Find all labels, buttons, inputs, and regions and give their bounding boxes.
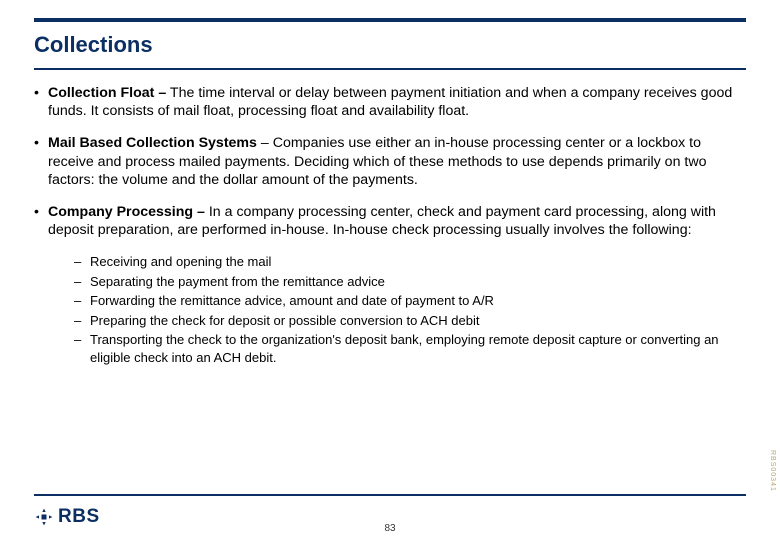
sub-item: – Separating the payment from the remitt… [74, 273, 746, 291]
bullet-label: Collection Float – [48, 85, 166, 101]
sub-text: Transporting the check to the organizati… [90, 331, 746, 366]
top-rule [34, 18, 746, 22]
footer-rule [34, 494, 746, 496]
content-area: • Collection Float – The time interval o… [34, 84, 746, 366]
dash-marker: – [74, 273, 90, 291]
dash-marker: – [74, 331, 90, 366]
bullet-item: • Collection Float – The time interval o… [34, 84, 746, 120]
title-rule [34, 68, 746, 70]
bullet-marker: • [34, 84, 48, 120]
dash-marker: – [74, 312, 90, 330]
sub-text: Forwarding the remittance advice, amount… [90, 292, 746, 310]
bullet-label: Mail Based Collection Systems [48, 135, 257, 151]
sub-item: – Forwarding the remittance advice, amou… [74, 292, 746, 310]
sub-text: Receiving and opening the mail [90, 253, 746, 271]
sub-item: – Preparing the check for deposit or pos… [74, 312, 746, 330]
bullet-body: Collection Float – The time interval or … [48, 84, 746, 120]
page-title: Collections [34, 32, 746, 58]
bullet-item: • Mail Based Collection Systems – Compan… [34, 134, 746, 189]
dash-marker: – [74, 253, 90, 271]
dash-marker: – [74, 292, 90, 310]
sub-text: Preparing the check for deposit or possi… [90, 312, 746, 330]
bullet-marker: • [34, 203, 48, 239]
bullet-label: Company Processing – [48, 204, 205, 220]
sub-text: Separating the payment from the remittan… [90, 273, 746, 291]
bullet-marker: • [34, 134, 48, 189]
sub-list: – Receiving and opening the mail – Separ… [74, 253, 746, 366]
slide-page: Collections • Collection Float – The tim… [0, 0, 780, 540]
side-reference-code: RBS00341 [769, 450, 776, 492]
bullet-body: Company Processing – In a company proces… [48, 203, 746, 239]
page-number: 83 [0, 523, 780, 534]
bullet-body: Mail Based Collection Systems – Companie… [48, 134, 746, 189]
bullet-item: • Company Processing – In a company proc… [34, 203, 746, 239]
sub-item: – Transporting the check to the organiza… [74, 331, 746, 366]
sub-item: – Receiving and opening the mail [74, 253, 746, 271]
